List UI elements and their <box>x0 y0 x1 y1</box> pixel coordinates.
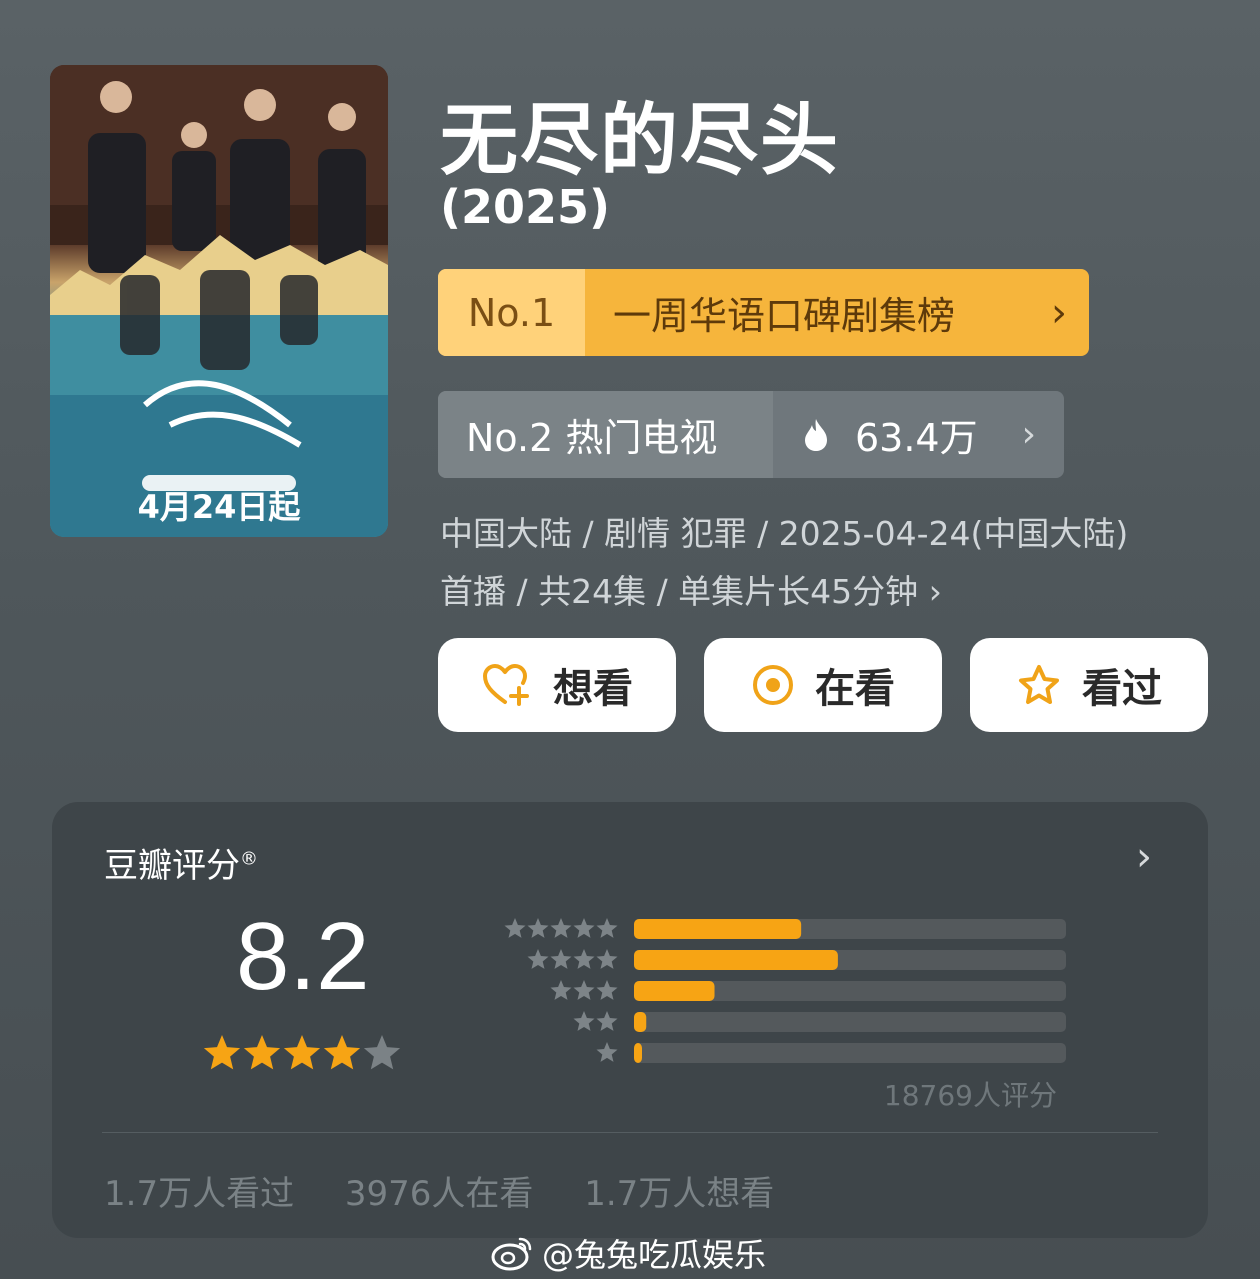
rating-level-star-icon <box>596 1011 618 1031</box>
rating-level-star-icon <box>550 949 572 969</box>
rating-level-star-icon <box>596 1042 618 1062</box>
rating-distribution-bars <box>504 918 1066 1063</box>
popular-tv-rank-badge[interactable]: No.2 热门电视 63.4万 › <box>438 391 1064 478</box>
poster-date-text: 4月24日起 <box>137 488 301 526</box>
distribution-bar-track <box>634 1012 1066 1032</box>
want-to-watch-button[interactable]: 想看 <box>438 638 676 732</box>
heat-value: 63.4万 <box>855 416 978 460</box>
want-button-label: 想看 <box>553 666 633 712</box>
rating-card-title: 豆瓣评分® <box>104 846 258 886</box>
star-filled-icon <box>243 1035 281 1070</box>
rating-level-star-icon <box>527 949 549 969</box>
want-count: 1.7万人想看 <box>584 1174 775 1214</box>
rank-number: No.1 <box>438 269 585 356</box>
show-year: (2025) <box>440 180 611 234</box>
watching-button-label: 在看 <box>815 666 895 712</box>
star-filled-icon <box>203 1035 241 1070</box>
rating-level-star-icon <box>573 918 595 938</box>
score-stars <box>203 1035 401 1070</box>
chevron-right-icon: › <box>928 572 942 611</box>
rating-score: 8.2 <box>236 903 370 1010</box>
rating-level-star-icon <box>550 980 572 1000</box>
rating-level-star-icon <box>596 918 618 938</box>
total-raters: 18769人评分 <box>883 1079 1057 1112</box>
meta-line-2: 首播 / 共24集 / 单集片长45分钟 <box>440 572 919 611</box>
show-meta-info[interactable]: 中国大陆 / 剧情 犯罪 / 2025-04-24(中国大陆) 首播 / 共24… <box>440 505 1210 621</box>
poster-image[interactable]: 4月24日起 <box>50 65 388 537</box>
distribution-bar-fill <box>634 981 715 1001</box>
rating-level-star-icon <box>596 949 618 969</box>
rating-level-star-icon <box>573 980 595 1000</box>
weibo-icon <box>491 1237 532 1271</box>
poster-artwork <box>50 65 388 537</box>
douban-rating-card[interactable]: 豆瓣评分® › 8.2 18769人评分 1.7万人看过 3976人在看 1.7… <box>52 802 1208 1238</box>
weibo-watermark: @兔兔吃瓜娱乐 <box>490 1230 766 1276</box>
rating-level-star-icon <box>573 1011 595 1031</box>
chevron-right-icon[interactable]: › <box>1136 834 1152 880</box>
rating-level-star-icon <box>573 949 595 969</box>
distribution-bar-track <box>634 1043 1066 1063</box>
watched-count: 1.7万人看过 <box>104 1174 295 1214</box>
show-title: 无尽的尽头 <box>440 96 841 186</box>
star-empty-icon <box>363 1035 401 1070</box>
popular-tv-rank-label: No.2 热门电视 <box>438 391 773 478</box>
divider <box>102 1132 1158 1133</box>
meta-line-1: 中国大陆 / 剧情 犯罪 / 2025-04-24(中国大陆) <box>440 514 1129 553</box>
weekly-chart-rank-badge[interactable]: No.1 一周华语口碑剧集榜 › <box>438 269 1089 356</box>
watermark-text: @兔兔吃瓜娱乐 <box>542 1236 767 1274</box>
rating-level-star-icon <box>504 918 526 938</box>
distribution-bar-fill <box>634 950 838 970</box>
watching-button[interactable]: 在看 <box>704 638 942 732</box>
rank-chart-label: 一周华语口碑剧集榜 <box>613 294 956 338</box>
chevron-right-icon: › <box>1051 289 1067 336</box>
distribution-bar-fill <box>634 919 802 939</box>
rating-level-star-icon <box>550 918 572 938</box>
target-circle-icon <box>753 665 793 705</box>
watched-button[interactable]: 看过 <box>970 638 1208 732</box>
rating-level-star-icon <box>527 918 549 938</box>
star-filled-icon <box>283 1035 321 1070</box>
star-filled-icon <box>323 1035 361 1070</box>
watched-button-label: 看过 <box>1082 666 1162 712</box>
heart-plus-icon <box>483 664 529 706</box>
chevron-right-icon: › <box>1021 414 1036 455</box>
audience-stats: 1.7万人看过 3976人在看 1.7万人想看 <box>104 1166 814 1215</box>
watching-count: 3976人在看 <box>344 1174 534 1214</box>
star-outline-icon <box>1019 665 1059 704</box>
rating-level-star-icon <box>596 980 618 1000</box>
distribution-bar-fill <box>634 1012 647 1032</box>
flame-icon <box>805 418 827 451</box>
distribution-bar-fill <box>634 1043 642 1063</box>
